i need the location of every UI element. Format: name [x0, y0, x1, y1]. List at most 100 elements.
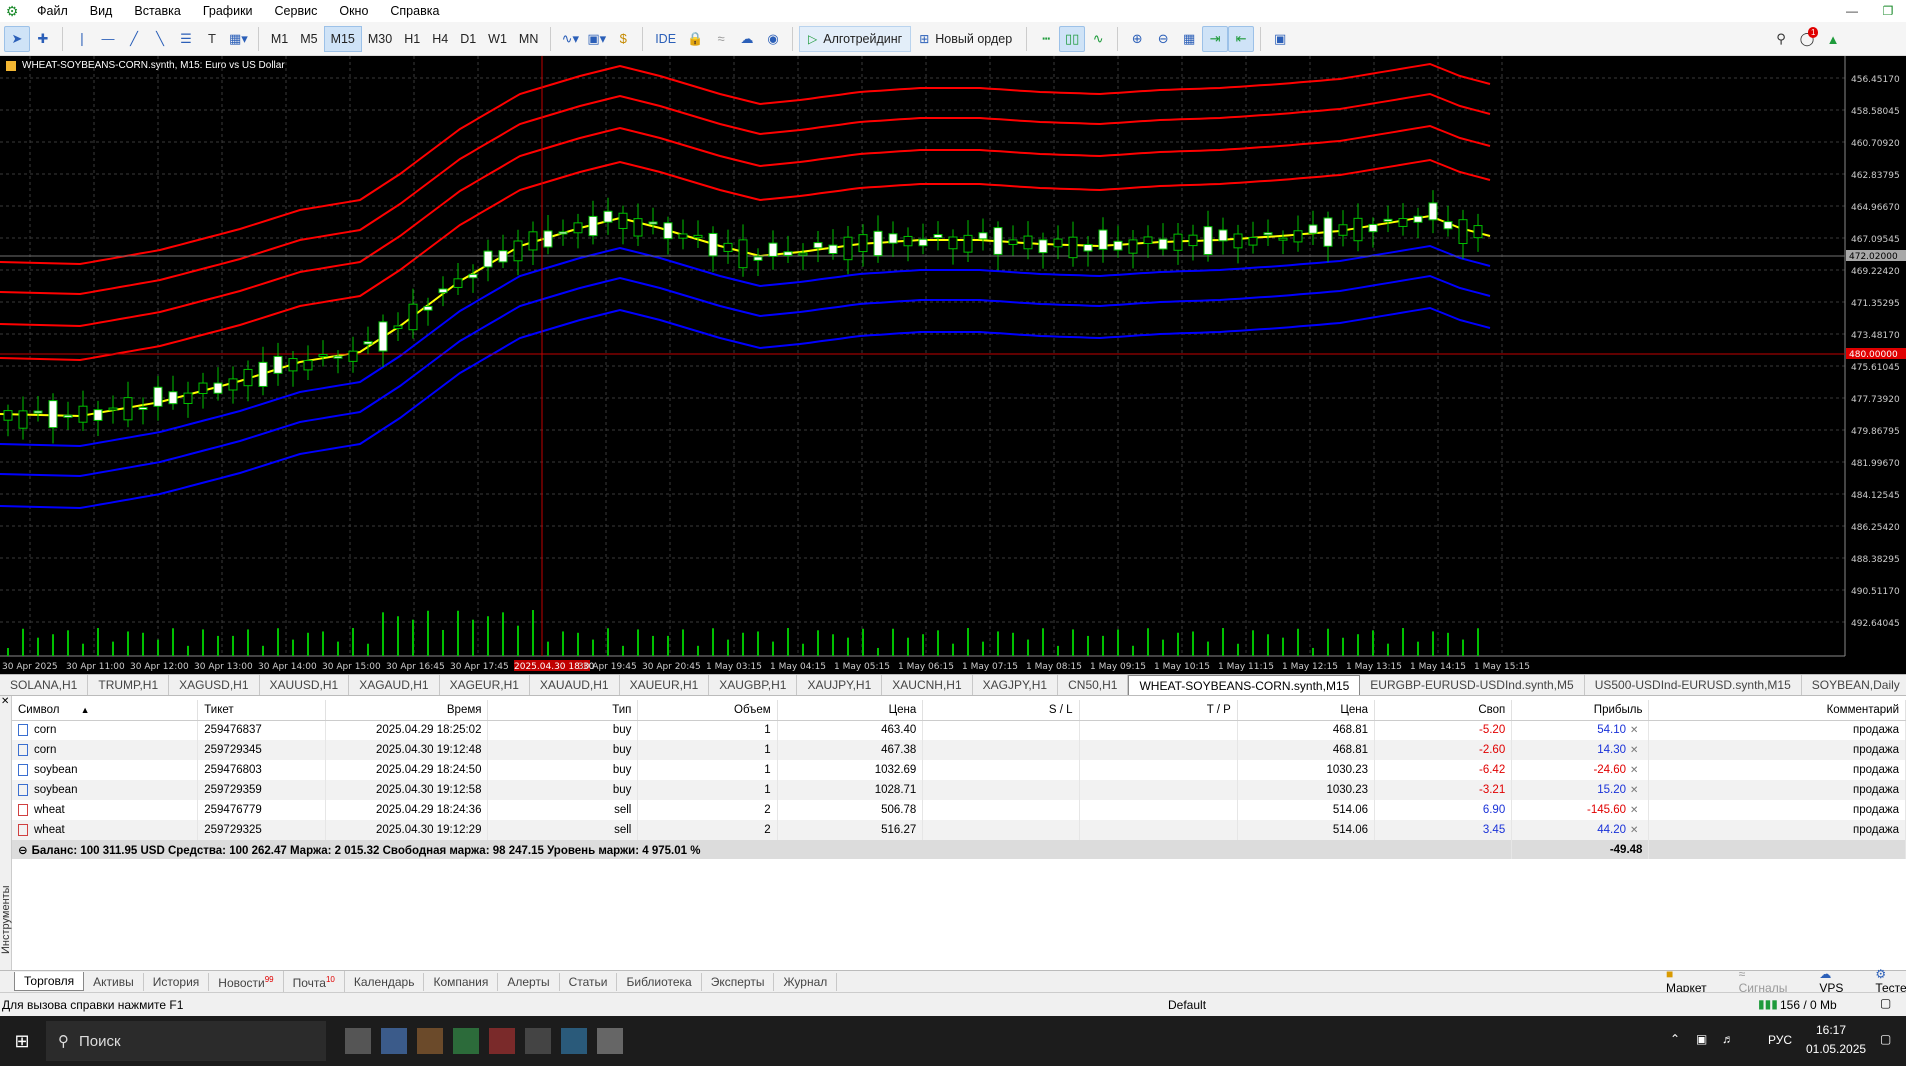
price-chart[interactable]: 456.45170 458.58045 460.70920 462.83795 464.…: [0, 56, 1906, 674]
cell-tp[interactable]: [1079, 820, 1238, 840]
chart-tab[interactable]: US500-USDInd-EURUSD.synth,M15: [1585, 675, 1802, 695]
text-icon[interactable]: T: [199, 26, 225, 52]
line-chart-icon[interactable]: ∿: [1085, 26, 1111, 52]
col-profit[interactable]: Прибыль: [1511, 700, 1650, 721]
toolbox-tab[interactable]: Новости99: [209, 971, 284, 992]
chart-tab[interactable]: XAUJPY,H1: [797, 675, 883, 695]
close-position-icon[interactable]: ✕: [1626, 765, 1642, 776]
menu-tools[interactable]: Сервис: [264, 0, 329, 22]
cell-tp[interactable]: [1079, 780, 1238, 800]
toolbox-tab[interactable]: Компания: [424, 972, 499, 991]
toolbox-tab[interactable]: Библиотека: [617, 972, 702, 991]
app-icon[interactable]: [381, 1028, 407, 1054]
chart-tab[interactable]: WHEAT-SOYBEANS-CORN.synth,M15: [1128, 675, 1361, 695]
close-position-icon[interactable]: ✕: [1626, 825, 1642, 836]
toolbox-tab[interactable]: История: [144, 972, 210, 991]
chart-tab[interactable]: SOLANA,H1: [0, 675, 89, 695]
timeframe-m5[interactable]: M5: [294, 26, 323, 52]
chart-shift-icon[interactable]: ⇤: [1228, 25, 1255, 52]
ide-button[interactable]: IDE: [649, 26, 682, 52]
app-icon[interactable]: [489, 1028, 515, 1054]
menu-help[interactable]: Справка: [379, 0, 450, 22]
horizontal-line-icon[interactable]: —: [95, 26, 121, 52]
close-position-icon[interactable]: ✕: [1626, 725, 1642, 736]
timeframe-m30[interactable]: M30: [362, 26, 398, 52]
toolbox-tab[interactable]: Статьи: [560, 972, 618, 991]
notifications-icon[interactable]: ▢: [1880, 1032, 1891, 1046]
trend-line-icon[interactable]: ╱: [121, 26, 147, 52]
algotrading-button[interactable]: ▷ Алготрейдинг: [799, 25, 912, 52]
tester-tab[interactable]: ⚙ Тестер: [1859, 967, 1906, 995]
col-price[interactable]: Цена: [777, 700, 924, 721]
toolbox-tab[interactable]: Эксперты: [702, 972, 775, 991]
app-icon[interactable]: [561, 1028, 587, 1054]
close-panel-icon[interactable]: ✕: [1, 696, 9, 707]
vertical-line-icon[interactable]: ❘: [69, 26, 95, 52]
timeframe-w1[interactable]: W1: [482, 26, 513, 52]
chart-tab[interactable]: TRUMP,H1: [88, 675, 170, 695]
cursor-icon[interactable]: ➤: [4, 25, 30, 52]
cell-sl[interactable]: [922, 720, 1080, 740]
cell-sl[interactable]: [922, 740, 1080, 760]
minimize-icon[interactable]: —: [1834, 0, 1870, 22]
new-order-button[interactable]: ⊞ Новый ордер: [911, 26, 1020, 52]
table-row[interactable]: wheat 259729325 2025.04.30 19:12:29 sell 2 51…: [12, 820, 1906, 840]
signal-icon[interactable]: ≈: [708, 26, 734, 52]
chart-tab[interactable]: XAUAUD,H1: [530, 675, 620, 695]
dollar-icon[interactable]: $: [610, 26, 636, 52]
menu-view[interactable]: Вид: [79, 0, 124, 22]
indicators-icon[interactable]: ∿▾: [557, 26, 583, 52]
timeframe-m15[interactable]: M15: [323, 25, 362, 52]
toolbox-tab[interactable]: Торговля: [14, 972, 85, 991]
toolbox-tab[interactable]: Активы: [84, 972, 144, 991]
lock-icon[interactable]: 🔒: [682, 26, 708, 52]
app-icon[interactable]: [597, 1028, 623, 1054]
bar-chart-icon[interactable]: ┅: [1033, 26, 1059, 52]
col-sl[interactable]: S / L: [922, 700, 1080, 721]
cell-sl[interactable]: [922, 800, 1080, 820]
auto-scroll-icon[interactable]: ⇥: [1202, 25, 1229, 52]
cloud-icon[interactable]: ☁: [734, 26, 760, 52]
col-volume[interactable]: Объем: [637, 700, 778, 721]
chart-tab[interactable]: XAGJPY,H1: [973, 675, 1059, 695]
fibonacci-icon[interactable]: ☰: [173, 26, 199, 52]
grid-icon[interactable]: ▦: [1176, 26, 1202, 52]
cell-sl[interactable]: [922, 780, 1080, 800]
cell-tp[interactable]: [1079, 740, 1238, 760]
cell-sl[interactable]: [922, 760, 1080, 780]
menu-insert[interactable]: Вставка: [123, 0, 191, 22]
chart-tab[interactable]: XAUCNH,H1: [882, 675, 973, 695]
col-comment[interactable]: Комментарий: [1648, 700, 1906, 721]
tray-chevron-icon[interactable]: ⌃: [1670, 1032, 1680, 1046]
chart-tab[interactable]: XAUEUR,H1: [620, 675, 710, 695]
screenshot-icon[interactable]: ▣: [1267, 26, 1293, 52]
cell-sl[interactable]: [922, 820, 1080, 840]
menu-window[interactable]: Окно: [328, 0, 379, 22]
table-row[interactable]: corn 259729345 2025.04.30 19:12:48 buy 1 467.…: [12, 740, 1906, 760]
candlestick-icon[interactable]: ▯▯: [1059, 25, 1086, 52]
globe-icon[interactable]: ◉: [760, 26, 786, 52]
templates-icon[interactable]: ▣▾: [583, 26, 610, 52]
timeframe-h4[interactable]: H4: [426, 26, 454, 52]
chart-tab[interactable]: SOYBEAN,Daily: [1802, 675, 1906, 695]
col-symbol[interactable]: Символ ▲: [12, 700, 199, 721]
app-icon[interactable]: [453, 1028, 479, 1054]
toolbox-tab[interactable]: Календарь: [345, 972, 425, 991]
restore-icon[interactable]: ❐: [1870, 0, 1906, 22]
cell-tp[interactable]: [1079, 720, 1238, 740]
col-tp[interactable]: T / P: [1079, 700, 1238, 721]
crosshair-icon[interactable]: ✚: [30, 26, 56, 52]
windows-start-icon[interactable]: ⊞: [0, 1016, 44, 1066]
col-type[interactable]: Тип: [487, 700, 639, 721]
chart-tab[interactable]: XAGEUR,H1: [440, 675, 530, 695]
network-icon[interactable]: ▣: [1696, 1032, 1707, 1046]
chart-tab[interactable]: XAGUSD,H1: [169, 675, 260, 695]
toolbox-tab[interactable]: Журнал: [774, 972, 838, 991]
collapse-icon[interactable]: ⊖: [18, 845, 28, 857]
col-ticket[interactable]: Тикет: [197, 700, 326, 721]
taskbar-lang[interactable]: РУС: [1768, 1033, 1792, 1047]
menu-file[interactable]: Файл: [26, 0, 79, 22]
vps-tab[interactable]: ☁ VPS: [1803, 967, 1859, 995]
status-profile[interactable]: Default: [1168, 998, 1206, 1012]
app-icon[interactable]: [345, 1028, 371, 1054]
